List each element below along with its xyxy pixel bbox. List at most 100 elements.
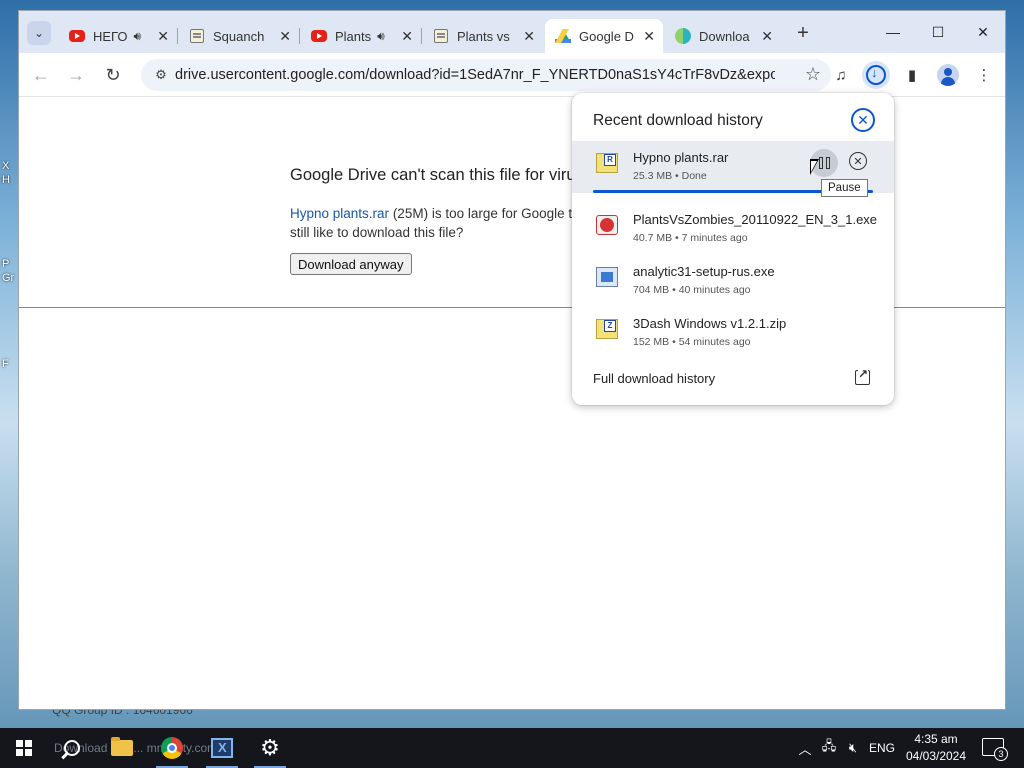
file-explorer-button[interactable] <box>98 728 146 768</box>
maximize-button[interactable]: ☐ <box>918 19 958 45</box>
network-tray-button[interactable]: 🖧︎ <box>818 728 840 768</box>
search-button[interactable] <box>48 728 96 768</box>
downloads-panel: Recent download history ✕ Hypno plants.r… <box>572 93 894 405</box>
chrome-icon <box>161 737 183 759</box>
browser-toolbar: ← → ↻ ⚙ drive.usercontent.google.com/dow… <box>19 53 1005 97</box>
minimize-icon: — <box>886 24 900 40</box>
maximize-icon: ☐ <box>931 23 945 40</box>
tab-search-button[interactable]: ⌄ <box>27 21 51 45</box>
menu-button[interactable]: ⋮ <box>970 61 998 89</box>
arrow-left-icon: ← <box>32 64 50 85</box>
download-anyway-button[interactable]: Download anyway <box>290 253 412 275</box>
zip-file-icon <box>596 319 618 339</box>
clock-date: 04/03/2024 <box>905 749 967 763</box>
tab-close-icon[interactable]: ✕ <box>273 28 291 45</box>
warning-text-2: still like to download this file? <box>290 225 464 240</box>
download-item[interactable]: analytic31-setup-rus.exe 704 MB • 40 min… <box>572 255 894 307</box>
clock[interactable]: 4:35 am 04/03/2024 <box>900 731 972 765</box>
downloads-button[interactable] <box>862 61 890 89</box>
close-window-button[interactable]: ✕ <box>963 19 1003 45</box>
folder-icon <box>111 737 133 756</box>
volume-tray-button[interactable]: 🔇︎ <box>842 728 864 768</box>
forward-button[interactable]: → <box>62 61 90 89</box>
site-settings-icon[interactable]: ⚙ <box>147 67 175 83</box>
close-panel-button[interactable]: ✕ <box>851 108 875 132</box>
new-tab-button[interactable]: + <box>791 21 815 45</box>
clock-time: 4:35 am <box>914 732 958 746</box>
download-name: 3Dash Windows v1.2.1.zip <box>633 316 787 331</box>
tab-youtube-2[interactable]: Plants 🔊︎ ✕ <box>301 19 422 53</box>
file-link[interactable]: Hypno plants.rar <box>290 206 389 221</box>
desktop-icon-label: H <box>2 174 10 186</box>
tab-close-icon[interactable]: ✕ <box>755 28 773 45</box>
chrome-taskbar-button[interactable] <box>148 728 196 768</box>
address-bar[interactable]: ⚙ drive.usercontent.google.com/download?… <box>141 59 831 91</box>
app-taskbar-button[interactable] <box>198 728 246 768</box>
page-icon <box>189 28 205 44</box>
desktop-icon-label: X <box>2 160 10 172</box>
settings-taskbar-button[interactable]: ⚙ <box>246 728 294 768</box>
tab-plants-vs[interactable]: Plants vs ✕ <box>423 19 543 53</box>
start-button[interactable] <box>0 728 48 768</box>
close-circle-icon: ✕ <box>853 155 863 168</box>
taskbar: Download ... /s... mmunity.com/ ⚙ ︿ 🖧︎ 🔇… <box>0 728 1024 768</box>
language-indicator[interactable]: ENG <box>866 728 898 768</box>
tab-download-site[interactable]: Downloa ✕ <box>665 19 781 53</box>
full-download-history-link[interactable]: Full download history <box>593 371 715 386</box>
setup-file-icon <box>596 267 618 287</box>
youtube-icon <box>311 28 327 44</box>
side-panel-button[interactable]: ▮ <box>898 61 926 89</box>
notification-count-badge: 3 <box>994 747 1008 761</box>
chevron-up-icon: ︿ <box>798 741 812 757</box>
tab-title: НЕГО <box>93 28 128 44</box>
speaker-muted-icon: 🔇︎ <box>848 740 858 755</box>
tab-strip: ⌄ НЕГО 🔊︎ ✕ Squanch ✕ Plants 🔊︎ ✕ Plants… <box>19 11 1005 53</box>
tab-close-icon[interactable]: ✕ <box>395 28 413 45</box>
tab-title: Squanch <box>213 28 265 44</box>
tab-close-icon[interactable]: ✕ <box>151 28 169 45</box>
desktop-icon-label: Gr <box>2 272 15 284</box>
tab-youtube-1[interactable]: НЕГО 🔊︎ ✕ <box>59 19 178 53</box>
download-item[interactable]: 3Dash Windows v1.2.1.zip 152 MB • 54 min… <box>572 307 894 359</box>
close-icon: ✕ <box>977 23 989 40</box>
page-icon <box>433 28 449 44</box>
warning-message: Hypno plants.rar (25M) is too large for … <box>290 204 590 242</box>
gear-icon: ⚙ <box>260 735 280 760</box>
reload-icon: ↻ <box>105 64 121 85</box>
plus-icon: + <box>797 21 809 44</box>
tray-overflow-button[interactable]: ︿ <box>794 728 816 768</box>
tab-title: Plants <box>335 28 372 44</box>
download-icon <box>866 65 886 85</box>
tab-google-drive[interactable]: Google D ✕ <box>545 19 663 53</box>
reload-button[interactable]: ↻ <box>99 61 127 89</box>
speaker-icon[interactable]: 🔊︎ <box>377 29 385 44</box>
back-button[interactable]: ← <box>27 61 55 89</box>
download-meta: 40.7 MB • 7 minutes ago <box>633 232 748 244</box>
desktop-background: X H P Gr F <box>0 0 18 728</box>
tab-title: Google D <box>579 28 634 44</box>
kebab-menu-icon: ⋮ <box>976 67 992 84</box>
tab-title: Plants vs <box>457 28 510 44</box>
download-name: analytic31-setup-rus.exe <box>633 264 775 279</box>
download-item[interactable]: PlantsVsZombies_20110922_EN_3_1.exe 40.7… <box>572 203 894 255</box>
tab-close-icon[interactable]: ✕ <box>637 28 655 45</box>
url-text[interactable]: drive.usercontent.google.com/download?id… <box>175 67 775 83</box>
close-icon: ✕ <box>857 111 869 128</box>
media-controls-button[interactable]: ♫ <box>827 61 855 89</box>
cancel-download-button[interactable]: ✕ <box>849 152 867 170</box>
mouse-cursor-icon <box>810 159 819 175</box>
media-queue-icon: ♫ <box>835 66 847 84</box>
rar-file-icon <box>596 153 618 173</box>
tab-close-icon[interactable]: ✕ <box>517 28 535 45</box>
tab-squanch[interactable]: Squanch ✕ <box>179 19 300 53</box>
speaker-icon[interactable]: 🔊︎ <box>133 29 141 44</box>
minimize-button[interactable]: — <box>873 19 913 45</box>
download-meta: 25.3 MB • Done <box>633 170 707 182</box>
download-name: PlantsVsZombies_20110922_EN_3_1.exe <box>633 212 878 227</box>
download-name: Hypno plants.rar <box>633 150 729 165</box>
external-link-icon[interactable] <box>855 367 870 385</box>
bookmark-star-icon[interactable]: ☆ <box>805 64 821 85</box>
desktop-icon-label: F <box>2 358 9 370</box>
profile-button[interactable] <box>934 61 962 89</box>
youtube-icon <box>69 28 85 44</box>
